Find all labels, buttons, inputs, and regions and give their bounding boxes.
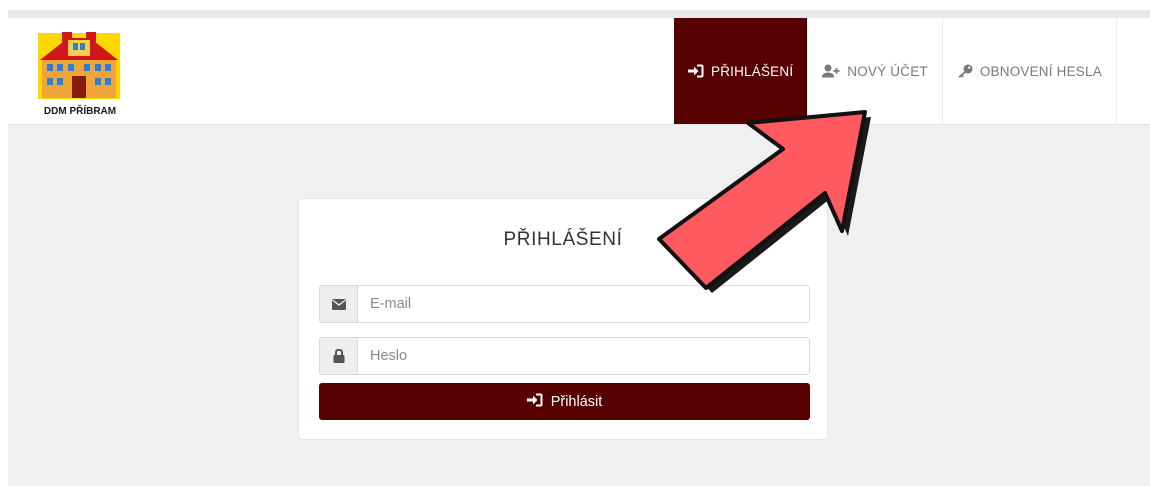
envelope-icon	[320, 286, 358, 322]
key-icon	[957, 64, 973, 78]
nav-item-novy-ucet[interactable]: NOVÝ ÚČET	[807, 18, 942, 124]
password-input[interactable]	[358, 338, 809, 374]
nav-item-obnoveni-hesla[interactable]: OBNOVENÍ HESLA	[941, 18, 1117, 124]
main-nav: PŘIHLÁŠENÍ NOVÝ ÚČET OBNOVENÍ HESLA	[674, 18, 1117, 124]
login-submit-label: Přihlásit	[550, 393, 603, 410]
nav-label: NOVÝ ÚČET	[847, 63, 928, 79]
sign-in-icon	[526, 393, 543, 411]
email-input[interactable]	[358, 286, 809, 322]
login-submit-button[interactable]: Přihlásit	[319, 383, 810, 420]
logo-text: DDM PŘÍBRAM	[44, 104, 116, 117]
page-frame: DDM PŘÍBRAM PŘIHLÁŠENÍ NOVÝ ÚČET OBNOVEN…	[8, 10, 1150, 486]
password-field-group	[319, 337, 810, 375]
sign-in-icon	[688, 64, 704, 78]
nav-label: PŘIHLÁŠENÍ	[711, 63, 794, 79]
email-field-group	[319, 285, 810, 323]
navbar: DDM PŘÍBRAM PŘIHLÁŠENÍ NOVÝ ÚČET OBNOVEN…	[8, 18, 1150, 125]
nav-item-prihlaseni[interactable]: PŘIHLÁŠENÍ	[674, 18, 808, 124]
lock-icon	[320, 338, 358, 374]
nav-label: OBNOVENÍ HESLA	[979, 63, 1102, 79]
user-plus-icon	[822, 64, 840, 78]
login-card: PŘIHLÁŠENÍ E-mail Přihlásit	[298, 198, 828, 440]
top-strip	[8, 10, 1150, 18]
login-title: PŘIHLÁŠENÍ	[503, 229, 623, 250]
ddm-pribram-logo[interactable]: DDM PŘÍBRAM	[38, 30, 122, 118]
house-building-logo: DDM PŘÍBRAM	[38, 32, 120, 117]
